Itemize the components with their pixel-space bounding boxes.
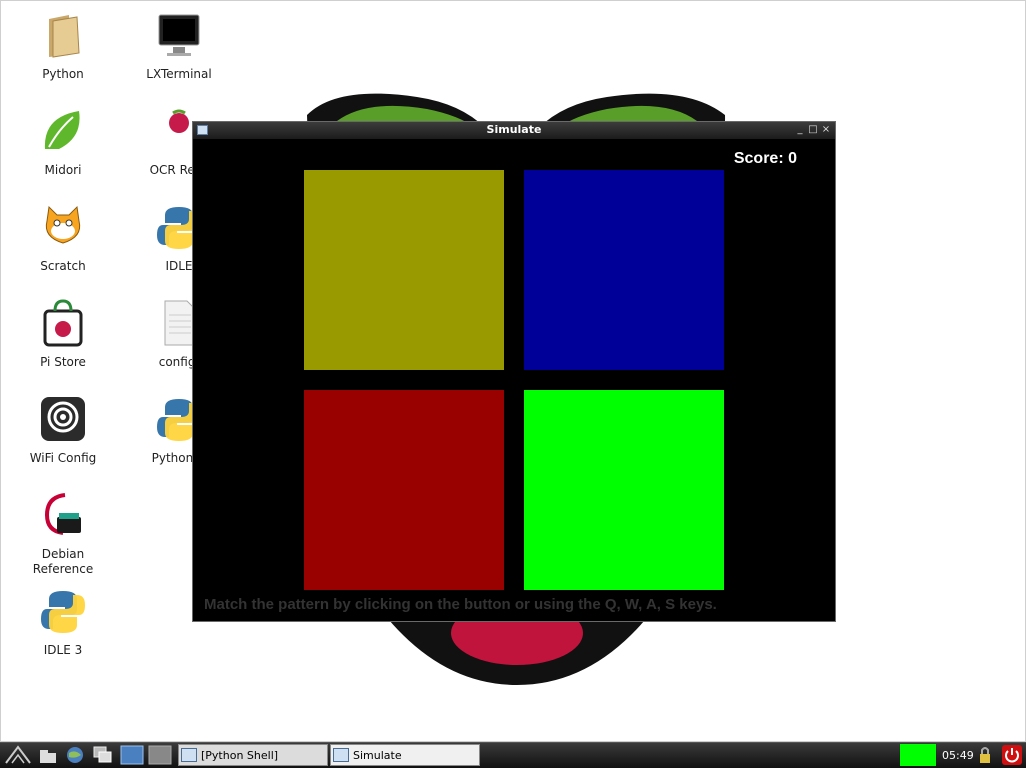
score-label: Score: 0 (733, 150, 797, 167)
taskbar: [Python Shell] Simulate 05:49 (0, 742, 1026, 768)
lxde-menu-icon[interactable] (4, 745, 32, 765)
task-label: [Python Shell] (201, 748, 279, 762)
desktop-2-icon[interactable] (148, 745, 172, 765)
desktop-1-icon[interactable] (120, 745, 144, 765)
desktop-icon-debian-reference[interactable]: Debian Reference (13, 491, 113, 577)
window-titlebar[interactable]: Simulate _ □ × (193, 122, 835, 140)
desktop: Python LXTerminal Midori OCR Reso Scratc… (0, 0, 1026, 742)
clock[interactable]: 05:49 (942, 749, 974, 762)
desktop-icon-label: Pi Store (40, 355, 86, 369)
task-python-shell[interactable]: [Python Shell] (178, 744, 328, 766)
scratch-cat-icon (45, 205, 81, 244)
instructions-text: Match the pattern by clicking on the but… (204, 596, 717, 613)
simulate-window: Simulate _ □ × Score: 0 Match the patter… (192, 121, 836, 622)
window-title: Simulate (486, 123, 542, 136)
desktop-icon-wifi-config[interactable]: WiFi Config (13, 395, 113, 466)
task-label: Simulate (353, 748, 402, 762)
minimize-button[interactable]: _ (795, 123, 805, 137)
power-icon[interactable] (1002, 745, 1022, 765)
desktop-icon-pi-store[interactable]: Pi Store (13, 299, 113, 370)
pi-store-bag-icon (43, 299, 83, 347)
desktop-icon-label: LXTerminal (146, 67, 212, 81)
yellow-pad-button[interactable] (304, 170, 504, 370)
task-window-icon (181, 748, 197, 762)
wifi-config-icon (41, 397, 85, 441)
desktop-icon-label: Debian (41, 547, 85, 561)
desktop-icon-scratch[interactable]: Scratch (13, 203, 113, 274)
blue-pad-button[interactable] (524, 170, 724, 370)
task-window-icon (333, 748, 349, 762)
debian-reference-icon (44, 493, 81, 535)
desktop-icon-lxterminal[interactable]: LXTerminal (129, 11, 229, 82)
cpu-monitor[interactable] (900, 744, 936, 766)
desktop-icon-label: Midori (44, 163, 82, 177)
lock-screen-icon[interactable] (976, 745, 994, 765)
red-pad-button[interactable] (304, 390, 504, 590)
desktop-icon-label: WiFi Config (29, 451, 97, 465)
close-button[interactable]: × (821, 123, 831, 137)
desktop-icon-midori[interactable]: Midori (13, 107, 113, 178)
monitor-icon (158, 14, 200, 56)
green-pad-button[interactable] (524, 390, 724, 590)
python-logo-icon (41, 591, 85, 633)
window-switch-icon[interactable] (92, 745, 114, 765)
desktop-icon-label: Scratch (40, 259, 86, 273)
desktop-icon-label: Reference (32, 562, 94, 576)
web-browser-icon[interactable] (64, 745, 86, 765)
midori-leaf-icon (44, 111, 80, 149)
maximize-button[interactable]: □ (808, 123, 818, 137)
file-manager-icon[interactable] (38, 745, 58, 765)
folder-icon (49, 15, 80, 58)
task-simulate[interactable]: Simulate (330, 744, 480, 766)
desktop-icon-idle3[interactable]: IDLE 3 (13, 587, 113, 658)
desktop-icon-python[interactable]: Python (13, 11, 113, 82)
desktop-icon-label: Python (42, 67, 84, 81)
desktop-icon-label: IDLE 3 (43, 643, 83, 657)
